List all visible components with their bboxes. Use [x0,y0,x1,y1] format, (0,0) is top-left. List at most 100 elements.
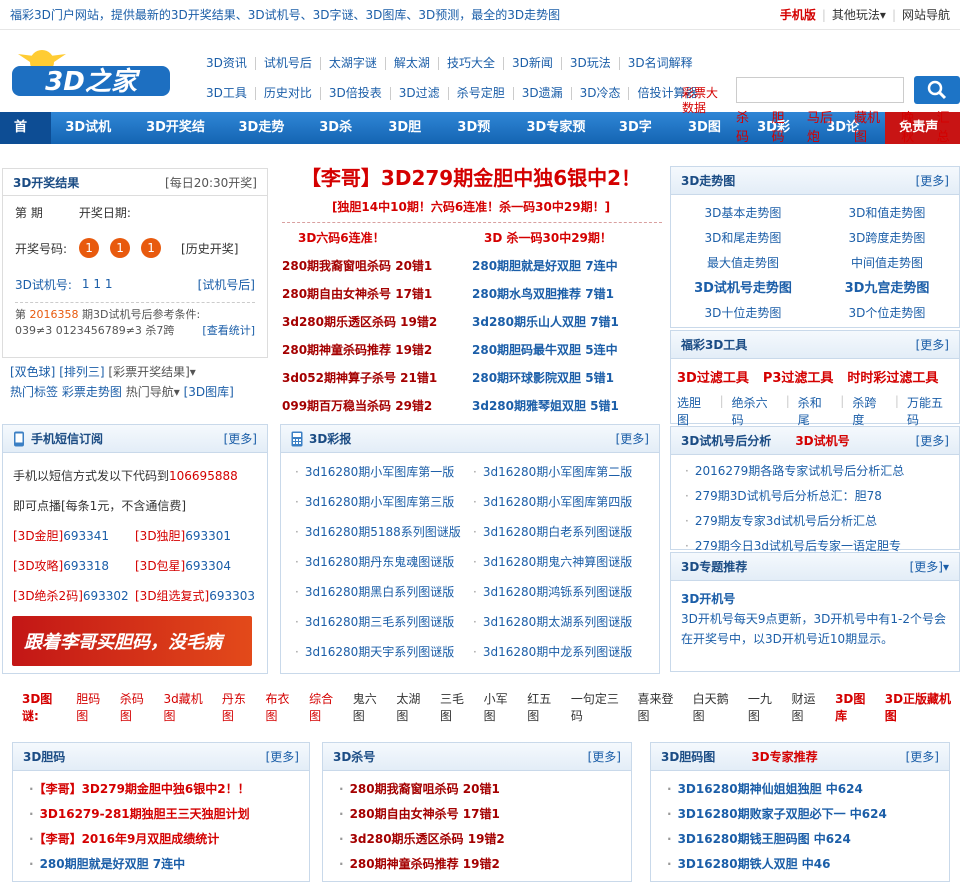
list-item[interactable]: 280期神童杀码推荐 19错2 [339,852,631,877]
tag-link[interactable]: 太湖图 [396,690,431,724]
other-games-menu[interactable]: 其他玩法▾ [832,6,886,23]
search-input[interactable] [736,77,904,103]
list-item[interactable]: 3d16280期天宇系列图谜版 [295,637,473,667]
link-3d-play[interactable]: 3D玩法 [562,56,620,70]
list-item[interactable]: 3D16280期铁人双胆 中46 [667,852,949,877]
link-3d-tools[interactable]: 3D工具 [198,86,256,100]
headline-link[interactable]: 280期自由女神杀号 17错1 [282,285,472,302]
trend-link[interactable]: 3D和值走势图 [815,201,959,226]
headline-link[interactable]: 280期环球影院双胆 5错1 [472,369,662,386]
list-item[interactable]: 3d16280期鬼六神算图谜版 [473,547,663,577]
list-item[interactable]: 3d16280期太湖系列图谜版 [473,607,663,637]
list-item[interactable]: 3D16279-281期独胆王三天独胆计划 [29,802,309,827]
tag-link[interactable]: 丹东图 [222,690,257,724]
headline-link[interactable]: 280期我裔窗咀杀码 20错1 [282,257,472,274]
list-item[interactable]: 【李哥】2016年9月双胆成绩统计 [29,827,309,852]
link-history[interactable]: 历史对比 [256,86,321,100]
list-item[interactable]: 3d16280期白老系列图谜版 [473,517,663,547]
nav-picture-riddle[interactable]: 3D图谜 [674,112,743,167]
list-item[interactable]: 279期友专家3d试机号后分析汇总 [685,509,959,534]
kill-more-link[interactable]: [更多] [588,748,621,765]
link-glossary[interactable]: 3D名词解释 [620,56,701,70]
tag-link[interactable]: 3D图库 [835,690,876,724]
headline-link[interactable]: 3d280期乐山人双胆 7错1 [472,313,662,330]
list-item[interactable]: 280期胆就是好双胆 7连中 [29,852,309,877]
tool-link[interactable]: 杀和尾 [798,394,833,428]
tag-link[interactable]: 白天鹅图 [693,690,739,724]
hot-link-kill[interactable]: 杀码 [736,107,759,145]
site-logo[interactable]: 3D之家 [8,44,173,100]
list-item[interactable]: 【李哥】3D279期金胆中独6银中2！！ [29,777,309,802]
ssc-filter-link[interactable]: 时时彩过滤工具 [847,367,938,386]
tag-link[interactable]: 3D正版藏机图 [885,690,960,724]
nav-trend[interactable]: 3D走势图 [224,112,305,167]
headline-link[interactable]: 3D 杀一码30中29期！ [472,229,662,246]
list-item[interactable]: 280期我裔窗咀杀码 20错1 [339,777,631,802]
trend-link[interactable]: 3D十位走势图 [671,301,815,326]
topic-more-link[interactable]: [更多]▾ [910,558,949,575]
hot-link-dan[interactable]: 胆码 [771,107,794,145]
headline-link[interactable]: 280期水鸟双胆推荐 7错1 [472,285,662,302]
trend-link[interactable]: 3D跨度走势图 [815,226,959,251]
tag-link[interactable]: 杀码图 [120,690,155,724]
hot-tags-link[interactable]: 热门标签 [10,385,58,399]
mobile-link[interactable]: 手机版 [780,6,816,23]
site-nav-link[interactable]: 网站导航 [902,6,950,23]
list-item[interactable]: 3d16280期鸿铄系列图谜版 [473,577,663,607]
nav-home[interactable]: 首页 [0,112,52,167]
link-kill-number[interactable]: 杀号定胆 [449,86,514,100]
topic-name[interactable]: 3D开机号 [681,589,949,609]
dan-more-link[interactable]: [更多] [266,748,299,765]
tag-link[interactable]: 喜来登图 [638,690,684,724]
list-item[interactable]: 279期3D试机号后分析总汇：胆78 [685,484,959,509]
tool-link[interactable]: 绝杀六码 [732,394,778,428]
gallery-link[interactable]: [3D图库] [184,385,234,399]
tag-link[interactable]: 三毛图 [440,690,475,724]
shiji-title-2[interactable]: 3D试机号 [795,434,849,448]
tool-link[interactable]: 万能五码 [907,394,953,428]
search-button[interactable] [914,76,960,104]
hot-link-summary[interactable]: 汇总 [937,107,960,145]
shiji-more-link[interactable]: [更多] [916,432,949,449]
link-3d-xinwen[interactable]: 3D新闻 [504,56,562,70]
hot-link-wanqiu[interactable]: 晚秋 [901,107,924,145]
nav-results[interactable]: 3D开奖结果 [132,112,224,167]
nav-expert[interactable]: 3D专家预测 [513,112,605,167]
history-link[interactable]: [历史开奖] [181,240,238,257]
expert-title[interactable]: 3D专家推荐 [751,750,817,764]
list-item[interactable]: 3d16280期小军图库第一版 [295,457,473,487]
dan-chart-more-link[interactable]: [更多] [906,748,939,765]
link-filter[interactable]: 3D过滤 [391,86,449,100]
tag-link[interactable]: 布衣图 [265,690,300,724]
link-jie-taihu[interactable]: 解太湖 [386,56,439,70]
headline-link[interactable]: 280期胆就是好双胆 7连中 [472,257,662,274]
list-item[interactable]: 3d16280期5188系列图谜版 [295,517,473,547]
tool-link[interactable]: 选胆图 [677,394,712,428]
trend-chart-link[interactable]: 彩票走势图 [62,385,122,399]
list-item[interactable]: 3D16280期神仙姐姐独胆 中624 [667,777,949,802]
headline-title[interactable]: 【李哥】3D279期金胆中独6银中2！ [278,162,664,191]
trend-link[interactable]: 中间值走势图 [815,251,959,276]
headline-link[interactable]: 3D六码6连准！ [282,229,472,246]
nav-riddle[interactable]: 3D字谜 [605,112,674,167]
pl3-link[interactable]: [排列三] [59,365,104,379]
filter-tool-link[interactable]: 3D过滤工具 [677,367,749,386]
trend-link[interactable]: 3D个位走势图 [815,301,959,326]
list-item[interactable]: 3d16280期小军图库第二版 [473,457,663,487]
trend-more-link[interactable]: [更多] [916,172,949,189]
link-bet-table[interactable]: 3D倍投表 [321,86,391,100]
nav-kill[interactable]: 3D杀号 [305,112,374,167]
link-taihu-riddle[interactable]: 太湖字谜 [321,56,386,70]
p3-filter-link[interactable]: P3过滤工具 [763,367,834,386]
tag-link[interactable]: 一句定三码 [571,690,629,724]
headline-link[interactable]: 280期胆码最牛双胆 5连中 [472,341,662,358]
headline-link[interactable]: 099期百万稳当杀码 29错2 [282,397,472,414]
link-omission[interactable]: 3D遗漏 [514,86,572,100]
list-item[interactable]: 3d16280期黑白系列图谜版 [295,577,473,607]
tag-link[interactable]: 一九图 [748,690,783,724]
bigdata-link[interactable]: 彩票大数据 [682,86,724,116]
link-tips[interactable]: 技巧大全 [439,56,504,70]
tag-link[interactable]: 红五图 [527,690,562,724]
link-cold[interactable]: 3D冷态 [572,86,630,100]
hot-link-cangji[interactable]: 藏机图 [854,107,889,145]
